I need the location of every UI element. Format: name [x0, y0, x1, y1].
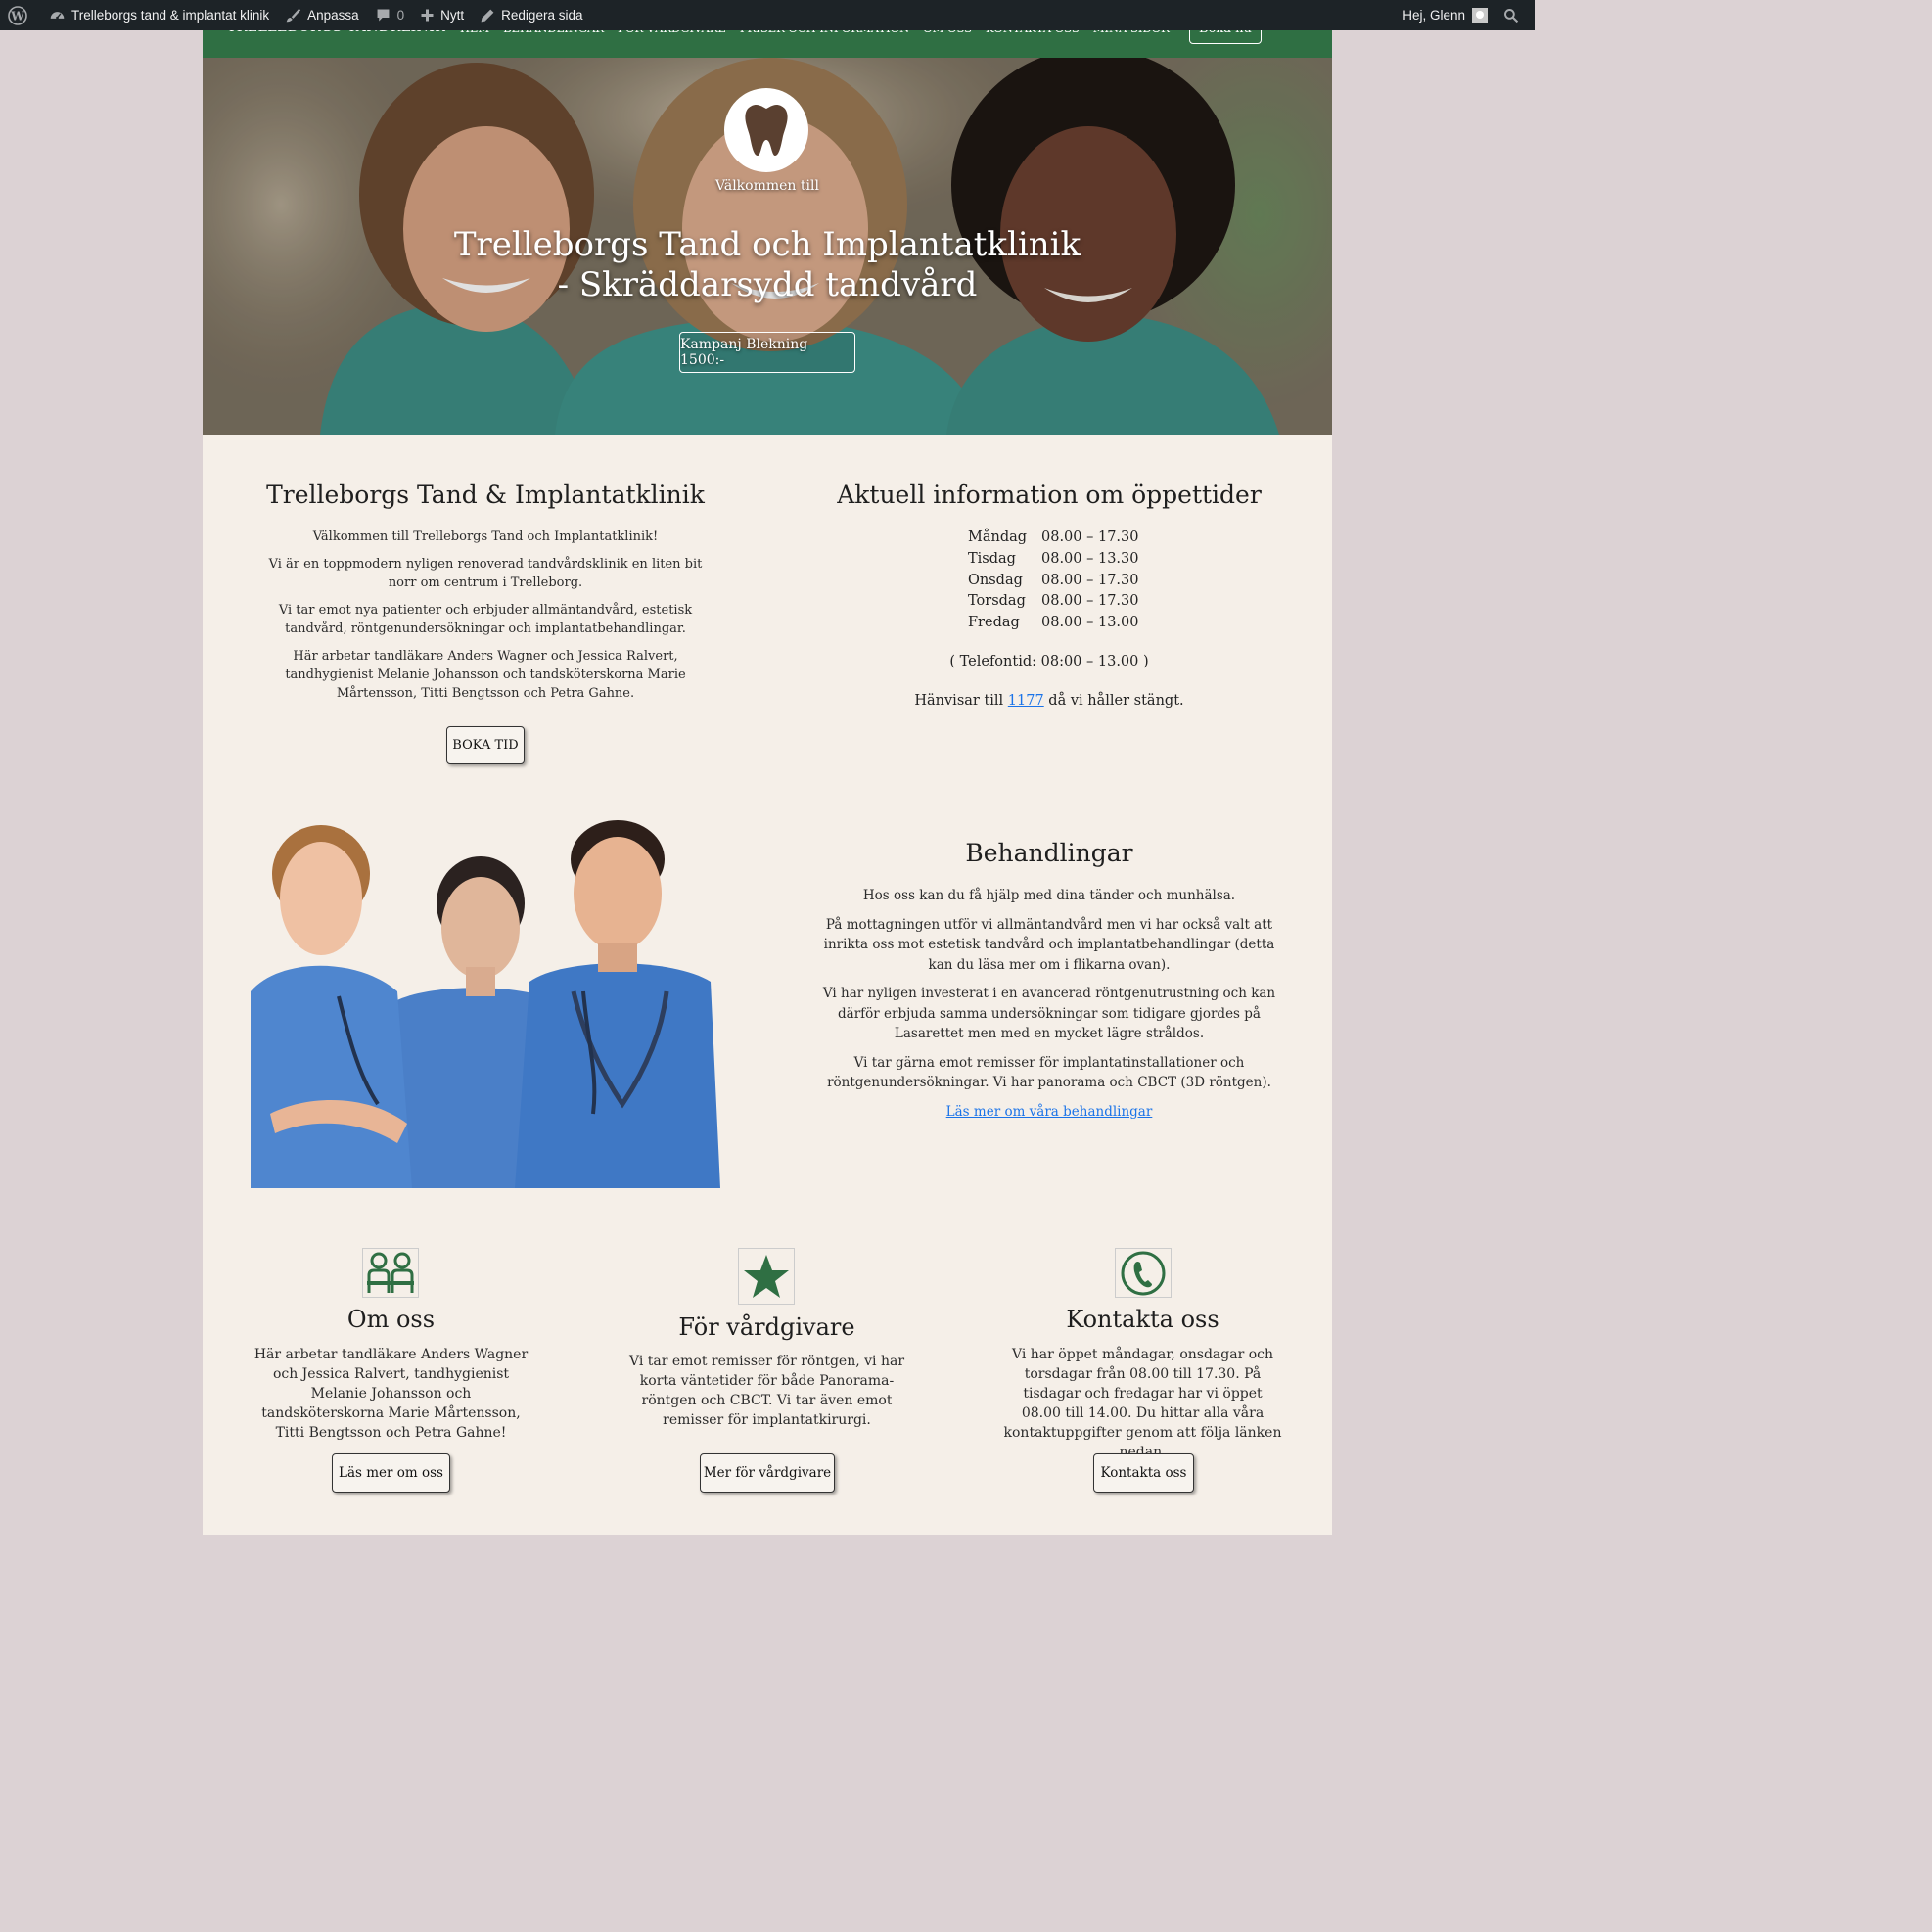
hero-banner: Välkommen till Trelleborgs Tand och Impl… — [203, 58, 1332, 435]
hero-kicker: Välkommen till — [715, 178, 819, 194]
hours-day: Torsdag — [968, 593, 1026, 610]
account-menu[interactable]: Hej, Glenn — [1395, 0, 1495, 30]
staff-illustration — [251, 820, 720, 1188]
edit-page-label: Redigera sida — [501, 8, 583, 23]
hours-time: 08.00 – 13.30 — [1041, 550, 1139, 567]
treatments-paragraph: På mottagningen utför vi allmäntandvård … — [823, 916, 1275, 973]
hero-title-line2: - Skräddarsydd tandvård — [557, 265, 978, 304]
intro-paragraph: Välkommen till Trelleborgs Tand och Impl… — [312, 529, 659, 544]
hours-row: Torsdag 08.00 – 17.30 — [968, 591, 1139, 613]
comment-icon — [377, 9, 390, 22]
wordpress-logo-icon[interactable]: W — [0, 0, 41, 30]
referral-suffix: då vi håller stängt. — [1043, 693, 1184, 709]
intro-paragraph: Vi tar emot nya patienter och erbjuder a… — [278, 603, 693, 636]
hero-title: Trelleborgs Tand och Implantatklinik - S… — [203, 225, 1332, 305]
hours-row: Fredag 08.00 – 13.00 — [968, 613, 1139, 634]
intro-text: Välkommen till Trelleborgs Tand och Impl… — [256, 528, 714, 712]
greeting: Hej, Glenn — [1403, 8, 1465, 23]
search-icon[interactable] — [1495, 0, 1535, 30]
customize-label: Anpassa — [307, 8, 359, 23]
intro-paragraph: Vi är en toppmodern nyligen renoverad ta… — [268, 557, 703, 590]
link-1177[interactable]: 1177 — [1008, 693, 1044, 709]
hours-row: Onsdag 08.00 – 17.30 — [968, 571, 1139, 592]
hours-title: Aktuell information om öppettider — [837, 481, 1262, 509]
card-title-kontakta: Kontakta oss — [1066, 1306, 1219, 1333]
dashboard-icon — [50, 12, 65, 20]
opening-hours-table: Måndag 08.00 – 17.30 Tisdag 08.00 – 13.30 … — [968, 528, 1139, 634]
intro-paragraph: Här arbetar tandläkare Anders Wagner och… — [285, 649, 686, 701]
phone-icon — [1115, 1248, 1172, 1298]
customize-link[interactable]: Anpassa — [277, 0, 367, 30]
more-for-providers-button[interactable]: Mer för vårdgivare — [700, 1453, 835, 1493]
card-text-kontakta: Vi har öppet måndagar, onsdagar och tors… — [1003, 1347, 1282, 1460]
treatments-paragraph: Vi har nyligen investerat i en avancerad… — [822, 986, 1276, 1041]
treatments-text: Hos oss kan du få hjälp med dina tänder … — [814, 886, 1284, 1130]
card-title-om-oss: Om oss — [346, 1306, 436, 1333]
hours-time: 08.00 – 17.30 — [1041, 529, 1139, 545]
new-label: Nytt — [440, 8, 465, 23]
comments-link[interactable]: 0 — [367, 0, 413, 30]
avatar — [1472, 7, 1488, 23]
hours-day: Måndag — [968, 529, 1028, 545]
hours-day: Onsdag — [968, 572, 1023, 588]
star-icon — [738, 1248, 795, 1305]
admin-bar: W Trelleborgs tand & implantat klinik An… — [0, 0, 1535, 30]
treatments-title: Behandlingar — [965, 839, 1133, 867]
edit-page-link[interactable]: Redigera sida — [472, 0, 590, 30]
hero-title-line1: Trelleborgs Tand och Implantatklinik — [453, 225, 1081, 264]
hours-time: 08.00 – 17.30 — [1041, 572, 1139, 588]
svg-text:W: W — [10, 9, 24, 23]
plus-icon — [421, 9, 434, 22]
tooth-logo-icon — [724, 88, 808, 172]
hours-row: Måndag 08.00 – 17.30 — [968, 528, 1139, 549]
intro-title: Trelleborgs Tand & Implantatklinik — [266, 481, 705, 509]
admin-site-link[interactable]: Trelleborgs tand & implantat klinik — [41, 0, 277, 30]
hours-day: Fredag — [968, 615, 1020, 631]
referral-note: Hänvisar till 1177 då vi håller stängt. — [853, 693, 1245, 709]
read-more-about-button[interactable]: Läs mer om oss — [332, 1453, 450, 1493]
contact-button[interactable]: Kontakta oss — [1093, 1453, 1194, 1493]
treatments-paragraph: Vi tar gärna emot remisser för implantat… — [827, 1054, 1271, 1091]
hours-time: 08.00 – 17.30 — [1041, 593, 1139, 610]
referral-prefix: Hänvisar till — [914, 693, 1008, 709]
hours-day: Tisdag — [968, 550, 1016, 567]
hours-time: 08.00 – 13.00 — [1041, 615, 1139, 631]
read-more-treatments-link[interactable]: Läs mer om våra behandlingar — [946, 1104, 1153, 1120]
comments-count: 0 — [396, 8, 405, 23]
paintbrush-icon — [286, 8, 301, 23]
campaign-button[interactable]: Kampanj Blekning 1500:- — [679, 332, 855, 373]
pencil-icon — [481, 9, 494, 22]
phone-time: ( Telefontid: 08:00 – 13.00 ) — [949, 654, 1149, 669]
admin-site-name: Trelleborgs tand & implantat klinik — [71, 8, 270, 23]
hours-row: Tisdag 08.00 – 13.30 — [968, 549, 1139, 571]
people-icon — [362, 1248, 419, 1298]
new-content-link[interactable]: Nytt — [412, 0, 472, 30]
boka-tid-button[interactable]: BOKA TID — [446, 726, 525, 764]
card-text-om-oss: Här arbetar tandläkare Anders Wagner och… — [253, 1347, 529, 1441]
page-content: Trelleborgs Tandklinik Hem Behandlingar … — [203, 0, 1332, 1535]
treatments-paragraph: Hos oss kan du få hjälp med dina tänder … — [862, 888, 1236, 903]
card-title-vardgivare: För vårdgivare — [678, 1313, 855, 1341]
card-text-vardgivare: Vi tar emot remisser för röntgen, vi har… — [628, 1354, 905, 1428]
